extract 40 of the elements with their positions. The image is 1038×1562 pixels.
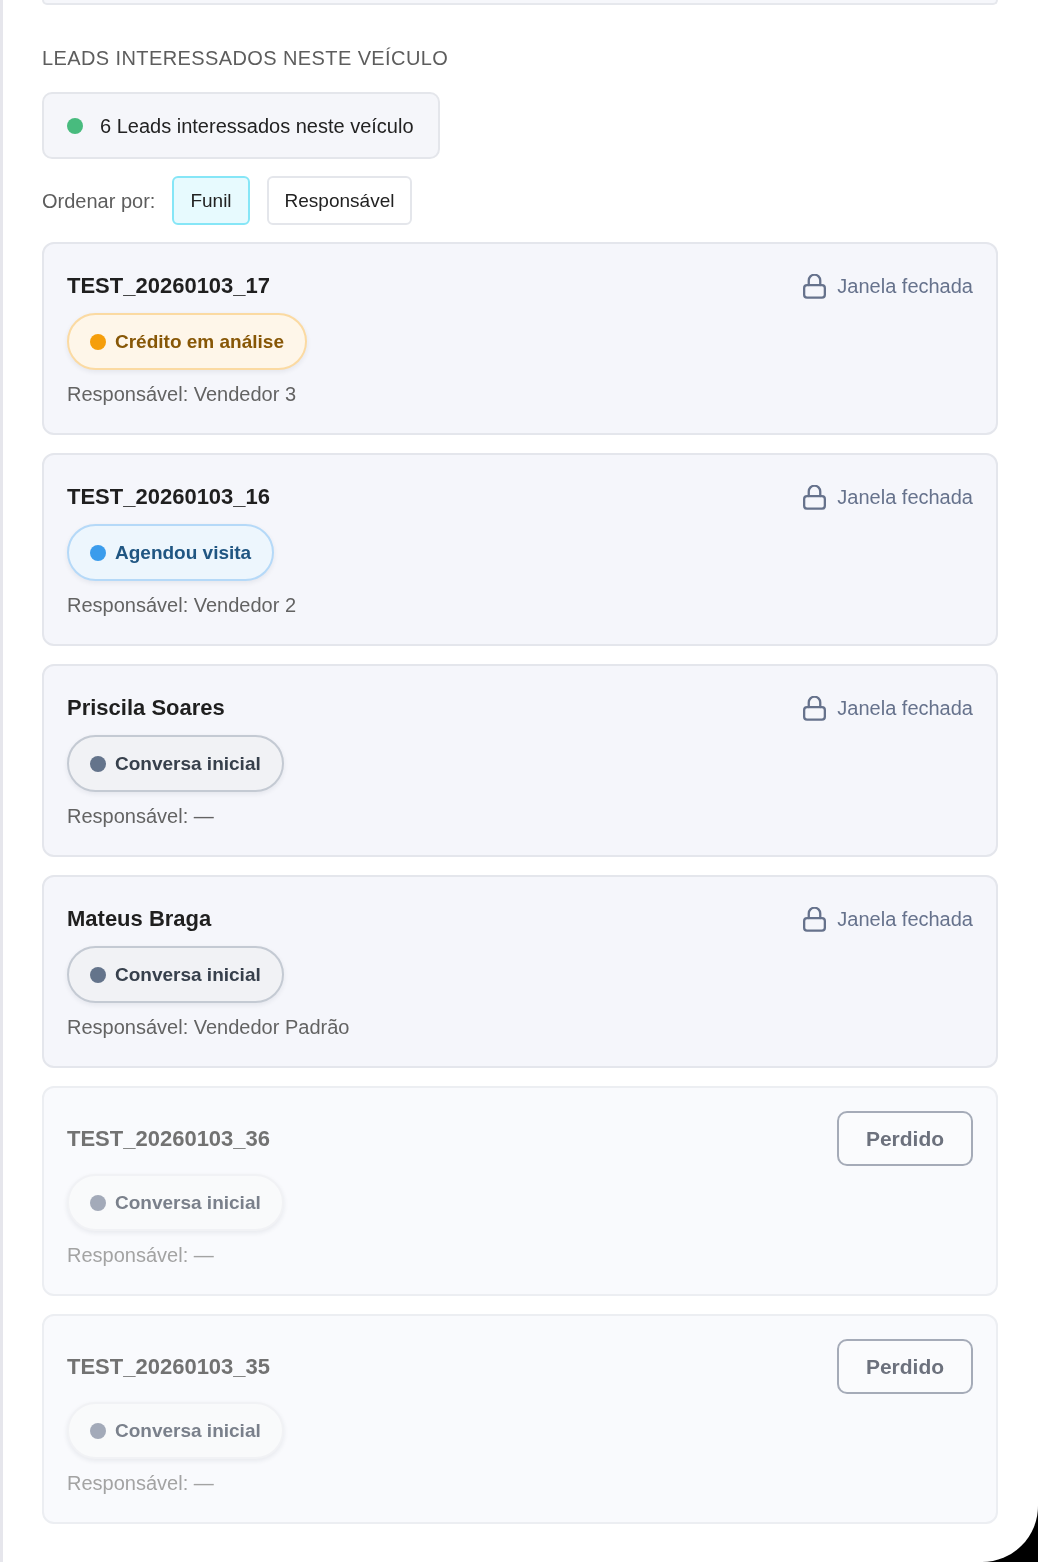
lost-status-button[interactable]: Perdido xyxy=(837,1111,973,1166)
stage-label: Conversa inicial xyxy=(115,1191,261,1214)
lock-icon xyxy=(803,273,827,299)
section-title: LEADS INTERESSADOS NESTE VEÍCULO xyxy=(42,46,449,70)
owner-text: Responsável: — xyxy=(67,1243,214,1267)
window-status-text: Janela fechada xyxy=(837,485,973,509)
sort-option-button[interactable]: Responsável xyxy=(266,176,413,225)
window-status-text: Janela fechada xyxy=(837,274,973,298)
lock-icon xyxy=(803,906,827,932)
window-status-text: Janela fechada xyxy=(837,907,973,931)
lead-name: TEST_20260103_16 xyxy=(67,484,271,510)
owner-text: Responsável: Vendedor 3 xyxy=(67,382,297,406)
stage-label: Crédito em análise xyxy=(115,330,284,353)
sort-label: Ordenar por: xyxy=(42,188,156,213)
sort-option-button[interactable]: Funil xyxy=(172,176,250,225)
lock-icon xyxy=(803,484,827,510)
owner-text: Responsável: — xyxy=(67,804,214,828)
stage-label: Conversa inicial xyxy=(115,752,261,775)
lead-name: Mateus Braga xyxy=(67,906,212,932)
window-status-text: Janela fechada xyxy=(837,696,973,720)
owner-text: Responsável: Vendedor 2 xyxy=(67,593,297,617)
lead-card[interactable]: TEST_20260103_36 Perdido Conversa inicial Responsável: — xyxy=(42,1086,998,1296)
lead-name: TEST_20260103_36 xyxy=(67,1125,271,1152)
lead-card[interactable]: TEST_20260103_16 Janela fechada Agendou visita Responsável: Vendedor 2 xyxy=(42,453,998,646)
lead-card[interactable]: Priscila Soares Janela fechada Conversa inicial Responsável: — xyxy=(42,664,998,857)
lead-name: TEST_20260103_35 xyxy=(67,1353,271,1380)
lead-card[interactable]: Mateus Braga Janela fechada Conversa inicial Responsável: Vendedor Padrão xyxy=(42,875,998,1068)
lock-icon xyxy=(803,695,827,721)
stage-label: Conversa inicial xyxy=(115,1419,261,1442)
summary-text: 6 Leads interessados neste veículo xyxy=(100,113,414,138)
lost-status-button[interactable]: Perdido xyxy=(837,1339,973,1394)
lead-card[interactable]: TEST_20260103_17 Janela fechada Crédito em análise Responsável: Vendedor 3 xyxy=(42,242,998,435)
stage-label: Agendou visita xyxy=(115,541,252,564)
lead-card[interactable]: TEST_20260103_35 Perdido Conversa inicial Responsável: — xyxy=(42,1314,998,1524)
lead-name: TEST_20260103_17 xyxy=(67,273,271,299)
status-dot-icon xyxy=(67,117,83,134)
owner-text: Responsável: — xyxy=(67,1471,214,1495)
stage-label: Conversa inicial xyxy=(115,963,261,986)
owner-text: Responsável: Vendedor Padrão xyxy=(67,1015,350,1039)
lead-name: Priscila Soares xyxy=(67,695,225,721)
